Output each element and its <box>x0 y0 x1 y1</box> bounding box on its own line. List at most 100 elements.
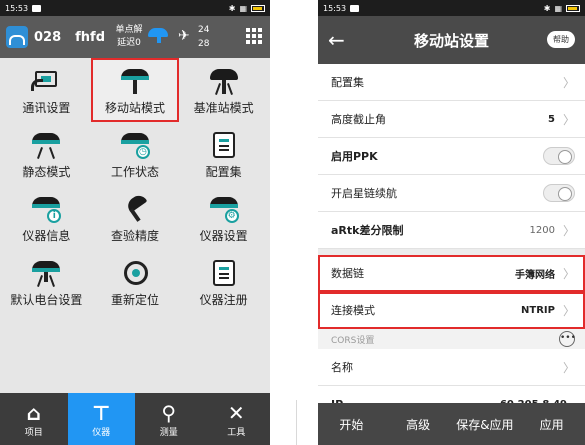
section-label: CORS设置 <box>331 335 375 346</box>
start-button[interactable]: 开始 <box>318 403 385 445</box>
app-header: 028 fhfd 单点解 延迟0 ✈ 24 28 <box>0 16 270 58</box>
tile-base-mode[interactable]: 基准站模式 <box>179 58 268 122</box>
bottom-action-bar: 开始 高级 保存&应用 应用 <box>318 403 585 445</box>
chevron-right-icon: 〉 <box>562 266 575 281</box>
row-enable-ppk: 启用PPK <box>318 138 585 175</box>
config-set-icon <box>207 131 241 159</box>
bottom-nav: ⌂ 项目 ⊤ 仪器 ⚲ 测量 ✕ 工具 <box>0 393 270 445</box>
row-cutoff-angle[interactable]: 高度截止角 5 〉 <box>318 101 585 138</box>
row-connection-mode[interactable]: 连接模式 NTRIP 〉 <box>318 292 585 329</box>
relocate-icon <box>118 259 152 287</box>
tile-label: 仪器设置 <box>199 229 248 243</box>
chevron-right-icon: 〉 <box>562 223 575 238</box>
right-screen: 15:53 ✱ ▦ ← 移动站设置 帮助 配置集 〉 高度截止角 5 〉 启用PPK… <box>318 0 585 445</box>
chevron-right-icon: 〉 <box>562 112 575 127</box>
survey-icon: ⚲ <box>161 400 177 425</box>
instrument-register-icon <box>207 259 241 287</box>
comm-settings-icon <box>29 67 63 95</box>
status-bar: 15:53 ✱ ▦ <box>0 0 270 16</box>
tile-label: 静态模式 <box>22 165 71 179</box>
nav-project[interactable]: ⌂ 项目 <box>0 393 68 445</box>
row-datalink[interactable]: 数据链 手簿网络〉 <box>318 255 585 292</box>
bluetooth-icon: ✱ <box>228 3 236 13</box>
device-id: 028 <box>34 29 62 45</box>
row-label: 数据链 <box>331 267 364 280</box>
chevron-right-icon: 〉 <box>562 360 575 375</box>
nav-label: 仪器 <box>92 427 111 438</box>
check-accuracy-icon <box>118 192 152 223</box>
row-label: 配置集 <box>331 76 364 89</box>
artk-value: 1200 <box>529 224 555 236</box>
tile-label: 仪器信息 <box>22 229 71 243</box>
apply-button[interactable]: 应用 <box>518 403 585 445</box>
nav-survey[interactable]: ⚲ 测量 <box>135 393 203 445</box>
row-config-set[interactable]: 配置集 〉 <box>318 64 585 101</box>
work-status-icon: ◷ <box>118 131 152 159</box>
solution-status: 单点解 延迟0 <box>112 24 146 50</box>
solution-type: 单点解 <box>115 25 143 35</box>
static-mode-icon <box>29 131 63 159</box>
row-label: 启用PPK <box>331 150 378 163</box>
bluetooth-icon: ✱ <box>543 3 551 13</box>
device-avatar-icon[interactable] <box>6 26 28 48</box>
status-bar: 15:53 ✱ ▦ <box>318 0 585 16</box>
row-label: aRtk差分限制 <box>331 224 404 237</box>
battery-icon <box>251 4 265 12</box>
project-name: fhfd <box>75 29 106 45</box>
nav-label: 工具 <box>227 427 246 438</box>
star-nav-toggle[interactable] <box>543 184 575 202</box>
grid-menu-icon[interactable] <box>246 28 262 44</box>
chevron-right-icon: 〉 <box>562 75 575 90</box>
divider <box>296 400 297 445</box>
tile-rover-mode[interactable]: 移动站模式 <box>90 58 180 122</box>
connection-mode-value: NTRIP <box>521 304 555 316</box>
advanced-button[interactable]: 高级 <box>385 403 452 445</box>
tile-config-set[interactable]: 配置集 <box>179 122 268 186</box>
signal-icon: ▦ <box>554 3 562 13</box>
row-label: 高度截止角 <box>331 113 386 126</box>
tile-check-accuracy[interactable]: 查验精度 <box>91 186 180 250</box>
nav-instrument[interactable]: ⊤ 仪器 <box>67 393 135 445</box>
help-button[interactable]: 帮助 <box>547 31 575 48</box>
left-screen: 15:53 ✱ ▦ 028 fhfd 单点解 延迟0 ✈ 24 28 通讯设置 移… <box>0 0 270 445</box>
instrument-icon: ⊤ <box>92 400 111 425</box>
page-title: 移动站设置 <box>413 31 489 50</box>
row-label: 连接模式 <box>331 304 375 317</box>
tile-label: 工作状态 <box>110 165 159 179</box>
tile-label: 仪器注册 <box>199 293 248 307</box>
cors-section-header: CORS设置 ••• <box>318 329 585 349</box>
base-mode-icon <box>207 67 241 95</box>
nav-tools[interactable]: ✕ 工具 <box>203 393 271 445</box>
cutoff-value: 5 <box>548 113 555 125</box>
save-apply-button[interactable]: 保存&应用 <box>452 403 519 445</box>
home-icon: ⌂ <box>26 400 41 425</box>
ppk-toggle[interactable] <box>543 147 575 165</box>
delay-value: 延迟0 <box>117 38 141 48</box>
tile-instrument-settings[interactable]: ⚙ 仪器设置 <box>179 186 268 250</box>
tile-label: 配置集 <box>205 165 242 179</box>
tools-icon: ✕ <box>227 400 245 425</box>
tile-label: 查验精度 <box>110 229 159 243</box>
tile-relocate[interactable]: 重新定位 <box>91 250 180 314</box>
tile-work-status[interactable]: ◷ 工作状态 <box>91 122 180 186</box>
notification-icon <box>32 4 42 12</box>
notification-icon <box>350 4 360 12</box>
row-cors-name[interactable]: 名称 〉 <box>318 349 585 386</box>
tile-static-mode[interactable]: 静态模式 <box>2 122 91 186</box>
chevron-right-icon: 〉 <box>562 303 575 318</box>
more-options-icon[interactable]: ••• <box>559 331 576 347</box>
datalink-value: 手簿网络 <box>514 269 555 281</box>
tile-label: 基准站模式 <box>193 101 254 115</box>
row-artk-limit[interactable]: aRtk差分限制 1200 〉 <box>318 212 585 249</box>
rover-mode-icon <box>118 67 152 95</box>
tile-label: 默认电台设置 <box>10 293 83 307</box>
nav-label: 项目 <box>24 427 43 438</box>
tile-radio-settings[interactable]: 默认电台设置 <box>2 250 91 314</box>
tile-label: 移动站模式 <box>104 101 165 115</box>
tile-comm-settings[interactable]: 通讯设置 <box>2 58 91 122</box>
receiver-icon[interactable] <box>148 28 170 46</box>
tile-label: 通讯设置 <box>22 101 71 115</box>
tile-instrument-info[interactable]: i 仪器信息 <box>2 186 91 250</box>
tile-instrument-register[interactable]: 仪器注册 <box>179 250 268 314</box>
signal-icon: ▦ <box>239 3 247 13</box>
